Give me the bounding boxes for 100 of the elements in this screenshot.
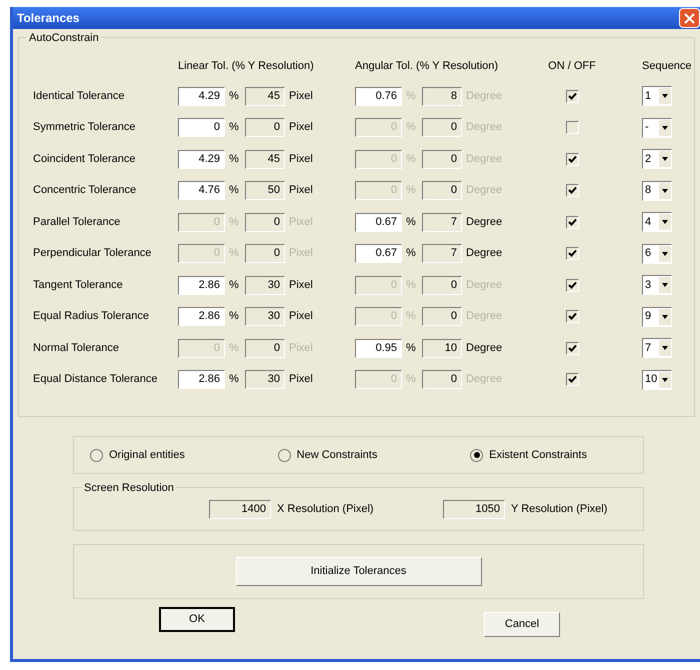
row-label: Perpendicular Tolerance [33,246,152,262]
number-field[interactable]: 0 [178,118,225,137]
row-label: Concentric Tolerance [33,183,138,198]
check-icon [568,186,576,195]
row-label: Symmetric Tolerance [33,120,136,136]
resolution-field[interactable]: 1050 [443,500,505,518]
number-field[interactable]: 0 [245,338,285,358]
percent-sign: % [405,246,417,262]
number-field[interactable]: 2.86 [178,307,225,326]
close-button[interactable] [679,8,700,28]
number-field[interactable]: 10 [422,338,462,358]
number-field[interactable]: 0.95 [355,338,402,358]
unit-label: Pixel [288,152,314,167]
checkbox[interactable] [566,342,578,354]
check-icon [568,375,576,384]
number-field[interactable]: 50 [245,181,285,200]
checkbox[interactable] [566,152,578,166]
number-field[interactable]: 0 [422,181,462,200]
number-field[interactable]: 0 [422,150,462,168]
row-label: Coincident Tolerance [33,152,137,167]
checkbox[interactable] [566,90,578,102]
number-field[interactable]: 30 [245,370,285,389]
initialize-tolerances-button[interactable]: Initialize Tolerances [236,557,482,586]
sequence-dropdown[interactable]: 9 [642,306,672,326]
unit-label: Pixel [288,120,314,136]
close-icon [684,12,695,24]
percent-sign: % [228,214,240,230]
radio-label[interactable]: Original entities [109,446,185,464]
number-field[interactable]: 4.29 [178,86,225,106]
number-field[interactable]: 0 [245,212,285,232]
sequence-dropdown[interactable]: 4 [642,212,672,232]
checkbox[interactable] [566,310,578,323]
check-icon [568,312,576,321]
sequence-dropdown[interactable]: 3 [642,275,672,295]
sequence-dropdown[interactable]: 8 [642,180,672,200]
number-field[interactable]: 0.76 [355,86,402,106]
checkbox[interactable] [566,184,578,197]
checkbox[interactable] [566,373,578,386]
checkbox[interactable] [566,216,578,228]
number-field[interactable]: 7 [422,244,462,263]
column-header: Angular Tol. (% Y Resolution) [355,59,500,74]
percent-sign: % [405,88,417,104]
window-title: Tolerances [17,10,80,27]
number-field[interactable]: 0 [245,244,285,263]
radio-button[interactable] [278,448,291,462]
number-field[interactable]: 2.86 [178,370,225,389]
dialog-button[interactable]: OK [159,607,235,632]
number-field[interactable]: 45 [245,86,285,106]
number-field[interactable]: 0.67 [355,212,402,232]
checkbox[interactable] [566,278,578,292]
percent-sign: % [405,278,417,293]
checkbox[interactable] [566,121,578,134]
radio-button[interactable] [90,448,103,462]
unit-label: Degree [465,340,504,356]
percent-sign: % [405,152,417,167]
number-field[interactable]: 0.67 [355,244,402,263]
sequence-dropdown[interactable]: 10 [642,370,672,390]
number-field[interactable]: 7 [422,212,462,232]
percent-sign: % [228,340,240,356]
percent-sign: % [405,372,417,388]
check-icon [568,280,576,290]
percent-sign: % [228,278,240,293]
column-header: Linear Tol. (% Y Resolution) [178,59,315,74]
sequence-dropdown[interactable]: 7 [642,338,672,358]
sequence-dropdown[interactable]: 2 [642,149,672,169]
percent-sign: % [228,120,240,136]
percent-sign: % [405,309,417,324]
column-header: ON / OFF [547,59,597,74]
percent-sign: % [228,246,240,262]
sequence-dropdown[interactable]: 1 [642,86,672,106]
percent-sign: % [228,152,240,167]
unit-label: Pixel [288,88,314,104]
number-field[interactable]: 4.29 [178,150,225,168]
row-label: Identical Tolerance [33,88,126,104]
number-field[interactable]: 2.86 [178,276,225,294]
number-field[interactable]: 0 [422,370,462,389]
radio-label[interactable]: Existent Constraints [489,446,587,464]
check-icon [568,344,576,352]
unit-label: Pixel [288,309,314,324]
number-field[interactable]: 30 [245,276,285,294]
check-icon [568,218,576,226]
number-field[interactable]: 8 [422,86,462,106]
radio-button[interactable] [470,448,484,462]
number-field[interactable]: 0 [422,307,462,326]
field-label: Y Resolution (Pixel) [511,502,608,517]
number-field[interactable]: 4.76 [178,181,225,200]
percent-sign: % [405,340,417,356]
number-field[interactable]: 0 [422,276,462,294]
number-field[interactable]: 0 [422,118,462,137]
sequence-dropdown[interactable]: - [642,118,672,138]
unit-label: Pixel [288,278,314,293]
dialog-button[interactable]: Cancel [484,612,560,637]
number-field[interactable]: 45 [245,150,285,168]
number-field[interactable]: 0 [245,118,285,137]
sequence-dropdown[interactable]: 6 [642,244,672,264]
resolution-field[interactable]: 1400 [209,500,271,518]
number-field[interactable]: 30 [245,307,285,326]
radio-label[interactable]: New Constraints [296,446,378,464]
checkbox[interactable] [566,247,578,260]
unit-label: Degree [465,246,504,262]
